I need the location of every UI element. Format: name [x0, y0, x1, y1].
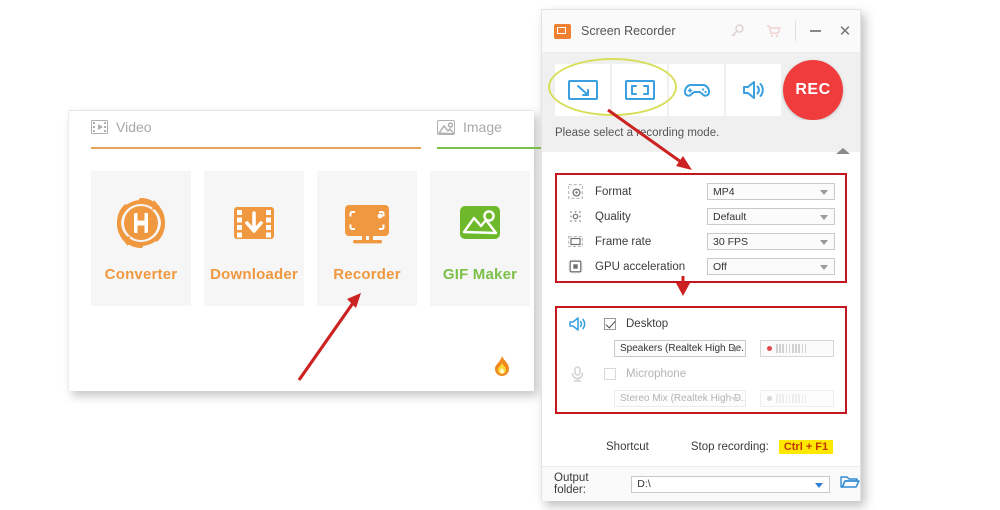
chevron-down-icon — [731, 347, 739, 352]
tab-image[interactable]: Image — [437, 119, 502, 135]
setting-row-framerate: Frame rate 30 FPS — [557, 229, 845, 254]
format-icon — [568, 184, 583, 199]
tab-image-label: Image — [463, 119, 502, 135]
card-gif-maker-label: GIF Maker — [442, 266, 518, 283]
stop-recording-label: Stop recording: — [690, 441, 769, 453]
main-application-window: Video Image Converter Downloader Recorde… — [68, 110, 577, 391]
desktop-audio-device-dropdown[interactable]: Speakers (Realtek High De... — [614, 340, 746, 357]
downloader-icon — [223, 194, 285, 252]
quality-icon — [568, 209, 583, 224]
key-icon[interactable] — [719, 10, 755, 53]
card-downloader-label: Downloader — [210, 266, 298, 283]
flame-icon[interactable] — [492, 355, 512, 377]
card-converter-label: Converter — [104, 266, 178, 283]
output-folder-value: D:\ — [637, 478, 651, 490]
desktop-audio-level-dot — [767, 346, 772, 351]
desktop-audio-level-meter — [760, 340, 834, 357]
chevron-down-icon — [820, 215, 828, 220]
microphone-device-value: Stereo Mix (Realtek High D... — [620, 393, 745, 404]
framerate-value: 30 FPS — [713, 235, 749, 248]
microphone-level-dot — [767, 396, 772, 401]
gpu-dropdown[interactable]: Off — [707, 258, 835, 275]
game-record-mode[interactable] — [669, 64, 724, 116]
setting-label-quality: Quality — [595, 210, 631, 223]
tab-video[interactable]: Video — [91, 119, 152, 135]
minimize-icon[interactable] — [800, 10, 830, 53]
setting-row-gpu: GPU acceleration Off — [557, 254, 845, 279]
setting-label-gpu: GPU acceleration — [595, 260, 686, 273]
rec-button[interactable]: REC — [783, 60, 843, 120]
setting-row-format: Format MP4 — [557, 179, 845, 204]
folder-icon[interactable] — [840, 474, 860, 495]
microphone-device-dropdown[interactable]: Stereo Mix (Realtek High D... — [614, 390, 746, 407]
quality-dropdown[interactable]: Default — [707, 208, 835, 225]
shortcut-label[interactable]: Shortcut — [606, 441, 649, 453]
framerate-icon — [568, 234, 583, 249]
recorder-icon — [336, 194, 398, 252]
screenshot-stage: Video Image Converter Downloader Recorde… — [0, 0, 1000, 510]
microphone-level-meter — [760, 390, 834, 407]
microphone-level-bars — [776, 394, 807, 403]
recorder-window-title: Screen Recorder — [581, 24, 676, 38]
chevron-down-icon — [820, 240, 828, 245]
chevron-down-icon — [731, 397, 739, 402]
card-recorder-label: Recorder — [333, 266, 401, 283]
stop-recording-hotkey[interactable]: Ctrl + F1 — [778, 440, 834, 454]
desktop-audio-level-bars — [776, 344, 807, 353]
setting-row-quality: Quality Default — [557, 204, 845, 229]
feature-card-list: Converter Downloader Recorder GIF Maker — [91, 171, 530, 306]
tab-video-underline — [91, 147, 421, 149]
setting-label-format: Format — [595, 185, 632, 198]
recording-mode-hint: Please select a recording mode. — [555, 127, 720, 139]
main-window-tabbar: Video Image — [69, 111, 577, 153]
collapse-triangle-icon[interactable] — [836, 148, 850, 154]
audio-record-mode[interactable] — [726, 64, 781, 116]
microphone-audio-row: Microphone — [568, 366, 686, 382]
recorder-titlebar: Screen Recorder ✕ — [542, 10, 860, 53]
audio-panel: Desktop Speakers (Realtek High De... Mic… — [555, 306, 847, 414]
cart-icon[interactable] — [755, 10, 791, 53]
microphone-icon — [568, 366, 587, 382]
gpu-value: Off — [713, 260, 727, 273]
chevron-down-icon — [820, 190, 828, 195]
close-icon[interactable]: ✕ — [830, 10, 860, 53]
titlebar-divider — [795, 21, 796, 41]
settings-panel: Format MP4 Quality Default Frame rate 30… — [555, 173, 847, 283]
quality-value: Default — [713, 210, 747, 223]
app-logo-icon — [554, 23, 571, 39]
microphone-checkbox[interactable] — [604, 368, 616, 380]
tab-video-label: Video — [116, 119, 152, 135]
gif-maker-icon — [449, 194, 511, 252]
card-gif-maker[interactable]: GIF Maker — [430, 171, 530, 306]
image-icon — [437, 119, 455, 135]
desktop-audio-row: Desktop — [568, 316, 668, 332]
speaker-icon — [568, 316, 587, 332]
desktop-audio-label: Desktop — [626, 318, 669, 330]
output-folder-dropdown[interactable]: D:\ — [631, 475, 830, 493]
titlebar-tools: ✕ — [719, 10, 860, 53]
framerate-dropdown[interactable]: 30 FPS — [707, 233, 835, 250]
card-converter[interactable]: Converter — [91, 171, 191, 306]
format-value: MP4 — [713, 185, 735, 198]
chevron-down-icon — [820, 265, 828, 270]
film-icon — [91, 120, 108, 134]
mode-highlight-ellipse — [548, 58, 677, 116]
converter-icon — [110, 194, 172, 252]
shortcut-row: Shortcut Stop recording: Ctrl + F1 — [542, 428, 860, 466]
card-recorder[interactable]: Recorder — [317, 171, 417, 306]
desktop-audio-device-value: Speakers (Realtek High De... — [620, 343, 745, 354]
card-downloader[interactable]: Downloader — [204, 171, 304, 306]
microphone-label: Microphone — [626, 368, 687, 380]
desktop-audio-checkbox[interactable] — [604, 318, 616, 330]
setting-label-framerate: Frame rate — [595, 235, 652, 248]
gpu-icon — [568, 259, 583, 274]
format-dropdown[interactable]: MP4 — [707, 183, 835, 200]
chevron-down-icon — [815, 482, 823, 488]
output-folder-label: Output folder: — [554, 472, 589, 496]
output-folder-bar: Output folder: D:\ — [542, 466, 860, 501]
